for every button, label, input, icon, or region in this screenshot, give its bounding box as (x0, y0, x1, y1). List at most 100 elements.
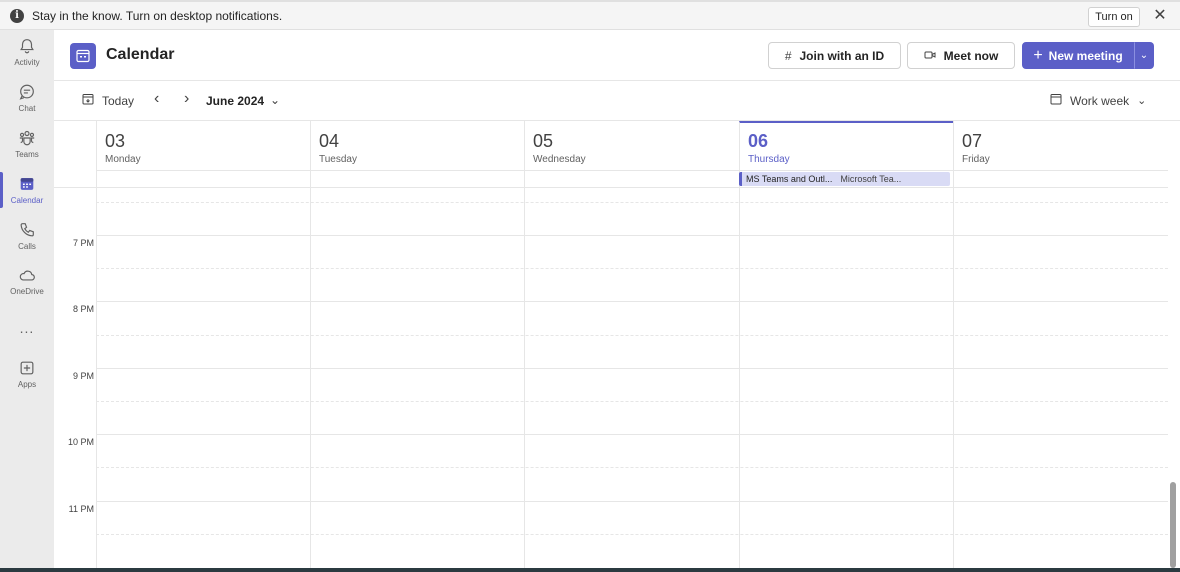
rail-label: Activity (14, 58, 40, 67)
join-label: Join with an ID (799, 48, 885, 63)
time-label: 10 PM (67, 437, 94, 447)
video-icon (924, 49, 936, 63)
app-rail: Activity Chat Teams Calendar Calls OneDr… (0, 30, 54, 572)
turn-on-button[interactable]: Turn on (1088, 7, 1140, 27)
calendar-icon (20, 178, 34, 190)
join-with-id-button[interactable]: # Join with an ID (768, 42, 901, 69)
plus-icon: + (1033, 46, 1043, 64)
half-hour-line (96, 467, 1168, 468)
chevron-left-icon[interactable]: ‹ (154, 90, 159, 108)
half-hour-line (96, 268, 1168, 269)
time-label: 9 PM (72, 371, 94, 381)
rail-item-apps[interactable]: Apps (0, 352, 54, 396)
time-label: 8 PM (72, 304, 94, 314)
chevron-down-icon: ⌄ (1137, 95, 1147, 107)
hour-line (96, 501, 1168, 502)
chevron-right-icon[interactable]: › (184, 90, 189, 108)
rail-label: OneDrive (10, 287, 44, 296)
column-divider (524, 188, 525, 572)
rail-item-chat[interactable]: Chat (0, 76, 54, 120)
new-meeting-dropdown[interactable]: ⌄ (1134, 42, 1154, 69)
chevron-down-icon[interactable]: ⌄ (270, 93, 280, 107)
day-name: Tuesday (319, 154, 357, 165)
calendar-main: Calendar # Join with an ID Meet now + Ne… (54, 30, 1180, 572)
page-title: Calendar (106, 46, 175, 63)
all-day-cell[interactable] (310, 171, 524, 187)
rail-label: Calendar (10, 196, 44, 205)
notification-message: Stay in the know. Turn on desktop notifi… (32, 8, 283, 23)
day-number: 06 (748, 131, 769, 151)
day-header-monday[interactable]: 03 Monday (96, 121, 310, 171)
hour-line (96, 301, 1168, 302)
calendar-view-icon (1050, 93, 1062, 108)
calendar-app-icon (70, 43, 96, 69)
new-meeting-button[interactable]: + New meeting (1022, 42, 1134, 69)
day-header-wednesday[interactable]: 05 Wednesday (524, 121, 739, 171)
half-hour-line (96, 401, 1168, 402)
day-header-thursday[interactable]: 06 Thursday (739, 121, 953, 171)
event-location: Microsoft Tea... (840, 174, 902, 184)
day-header-tuesday[interactable]: 04 Tuesday (310, 121, 524, 171)
today-button[interactable]: Today (82, 93, 134, 108)
rail-item-teams[interactable]: Teams (0, 122, 54, 166)
chevron-down-icon: ⌄ (1139, 50, 1149, 61)
rail-label: Calls (18, 242, 36, 251)
day-name: Thursday (748, 154, 790, 165)
calendar-toolbar: Today ‹ › June 2024 ⌄ Work week ⌄ (54, 81, 1180, 121)
event-title: MS Teams and Outl... (746, 174, 833, 184)
new-meeting-label: New meeting (1048, 48, 1123, 63)
all-day-cell[interactable] (953, 171, 1168, 187)
calendar-header: Calendar # Join with an ID Meet now + Ne… (54, 30, 1180, 81)
rail-item-onedrive[interactable]: OneDrive (0, 259, 54, 303)
hash-icon: # (784, 48, 792, 63)
hour-line (96, 368, 1168, 369)
cloud-icon (19, 270, 35, 281)
chat-icon (19, 84, 34, 100)
hour-line (96, 235, 1168, 236)
rail-item-calendar[interactable]: Calendar (0, 168, 54, 212)
day-name: Friday (962, 154, 990, 165)
view-switcher[interactable]: Work week ⌄ (1050, 93, 1146, 108)
scrollbar-thumb[interactable] (1170, 482, 1176, 568)
rail-label: Teams (15, 150, 39, 159)
column-divider (739, 188, 740, 572)
meet-now-button[interactable]: Meet now (907, 42, 1015, 69)
notification-bar: i Stay in the know. Turn on desktop noti… (0, 0, 1180, 30)
hour-line (96, 434, 1168, 435)
day-name: Monday (105, 154, 141, 165)
month-picker[interactable]: June 2024 (206, 94, 264, 108)
all-day-row: MS Teams and Outl... Microsoft Tea... (54, 171, 1168, 188)
time-grid[interactable]: 7 PM 8 PM 9 PM 10 PM 11 PM (54, 188, 1168, 572)
half-hour-line (96, 534, 1168, 535)
day-number: 03 (105, 131, 126, 151)
rail-label: Chat (18, 104, 36, 113)
day-number: 05 (533, 131, 554, 151)
today-label: Today (102, 93, 135, 108)
phone-icon (20, 223, 34, 237)
rail-item-activity[interactable]: Activity (0, 30, 54, 74)
week-grid: 03 Monday 04 Tuesday 05 Wednesday 06 Thu… (54, 121, 1180, 572)
meet-label: Meet now (943, 48, 999, 63)
all-day-event[interactable]: MS Teams and Outl... Microsoft Tea... (739, 172, 950, 186)
taskbar-edge (0, 568, 1180, 572)
info-icon: i (10, 8, 24, 23)
add-apps-icon (20, 361, 34, 375)
teams-icon (19, 130, 35, 146)
column-divider (310, 188, 311, 572)
half-hour-line (96, 335, 1168, 336)
half-hour-line (96, 202, 1168, 203)
bell-icon (20, 39, 34, 54)
day-header-friday[interactable]: 07 Friday (953, 121, 1168, 171)
all-day-cell[interactable] (96, 171, 310, 187)
calendar-today-icon (82, 93, 94, 108)
more-apps-icon[interactable]: ... (0, 320, 54, 336)
column-divider (96, 188, 97, 572)
close-icon[interactable]: ✕ (1152, 8, 1168, 24)
rail-label: Apps (17, 380, 37, 389)
rail-item-calls[interactable]: Calls (0, 214, 54, 258)
column-divider (953, 188, 954, 572)
view-label: Work week (1070, 93, 1130, 108)
day-name: Wednesday (533, 154, 586, 165)
time-label: 7 PM (72, 238, 94, 248)
all-day-cell[interactable] (524, 171, 739, 187)
